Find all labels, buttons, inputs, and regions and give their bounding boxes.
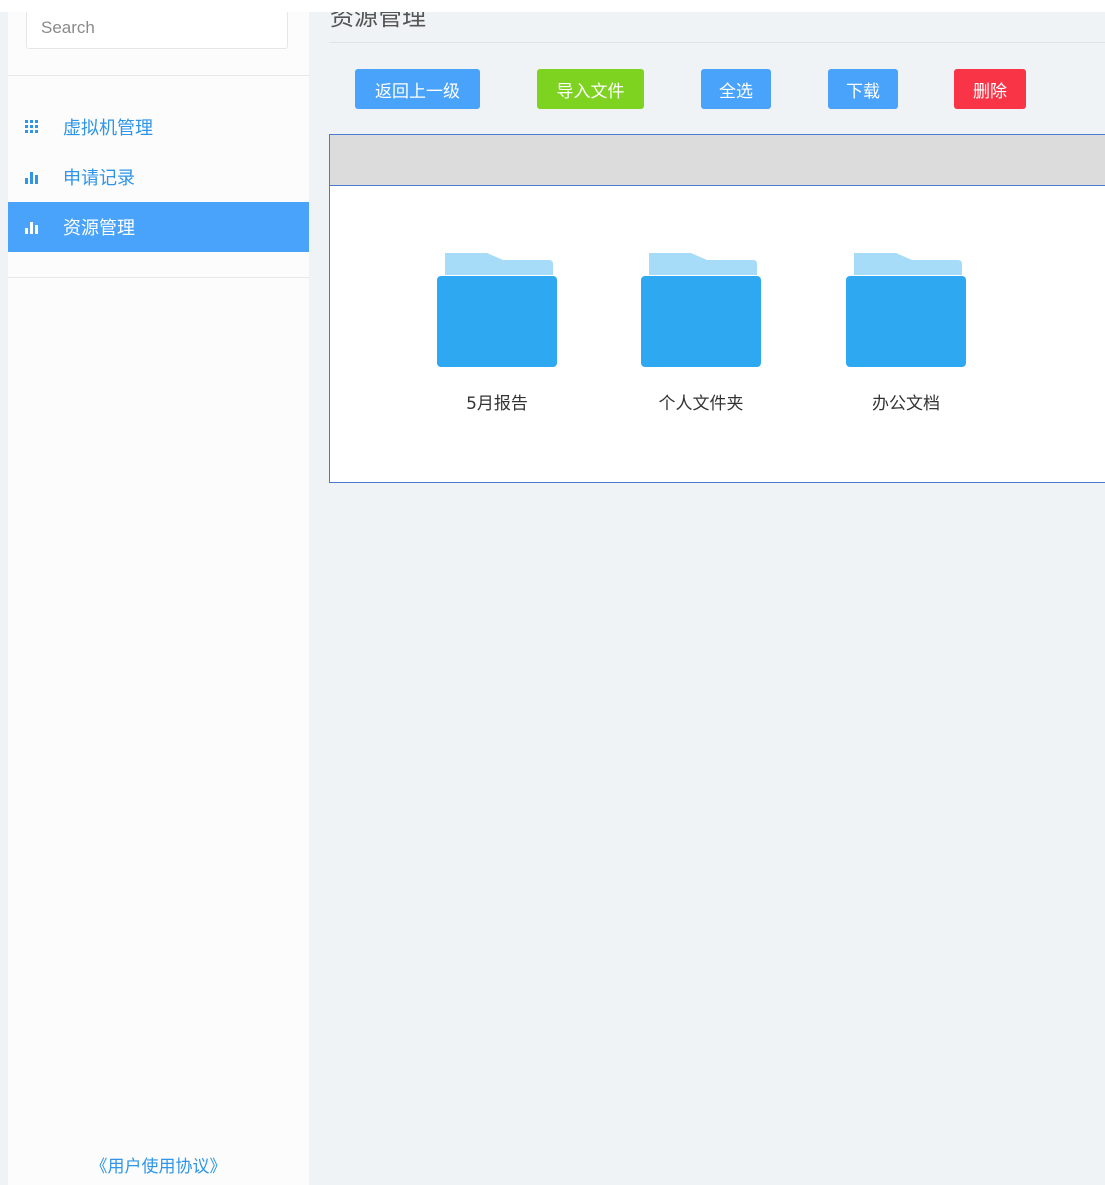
search-input[interactable] [26, 6, 288, 49]
folder-label: 办公文档 [872, 394, 940, 414]
folder-icon [641, 253, 761, 367]
sidebar: 虚拟机管理 申请记录 资源管理 《用户使用协议》 [8, 0, 309, 1185]
top-strip [0, 0, 1105, 12]
folder-item[interactable]: 办公文档 [831, 253, 981, 414]
title-divider [329, 42, 1105, 43]
folder-label: 5月报告 [466, 394, 528, 414]
sidebar-item-vm-management[interactable]: 虚拟机管理 [8, 102, 309, 152]
select-all-button[interactable]: 全选 [701, 69, 771, 109]
grid-icon [25, 120, 39, 134]
sidebar-item-label: 申请记录 [63, 168, 135, 189]
delete-button[interactable]: 删除 [954, 69, 1026, 109]
import-files-button[interactable]: 导入文件 [537, 69, 644, 109]
download-button[interactable]: 下载 [828, 69, 898, 109]
back-button[interactable]: 返回上一级 [355, 69, 480, 109]
user-agreement-link[interactable]: 《用户使用协议》 [8, 1152, 309, 1177]
sidebar-divider-bottom [8, 277, 309, 278]
file-panel-header [330, 135, 1105, 186]
folder-icon [846, 253, 966, 367]
folder-icon [437, 253, 557, 367]
bar-chart-icon [25, 220, 39, 234]
folder-item[interactable]: 个人文件夹 [626, 253, 776, 414]
sidebar-item-label: 虚拟机管理 [63, 118, 153, 139]
sidebar-item-application-records[interactable]: 申请记录 [8, 152, 309, 202]
file-panel: 5月报告 个人文件夹 办公文档 [329, 134, 1105, 483]
sidebar-item-label: 资源管理 [63, 218, 135, 239]
sidebar-item-resource-management[interactable]: 资源管理 [8, 202, 309, 252]
sidebar-divider-top [8, 75, 309, 76]
folder-label: 个人文件夹 [658, 394, 744, 414]
folder-item[interactable]: 5月报告 [422, 253, 572, 414]
bar-chart-icon [25, 170, 39, 184]
